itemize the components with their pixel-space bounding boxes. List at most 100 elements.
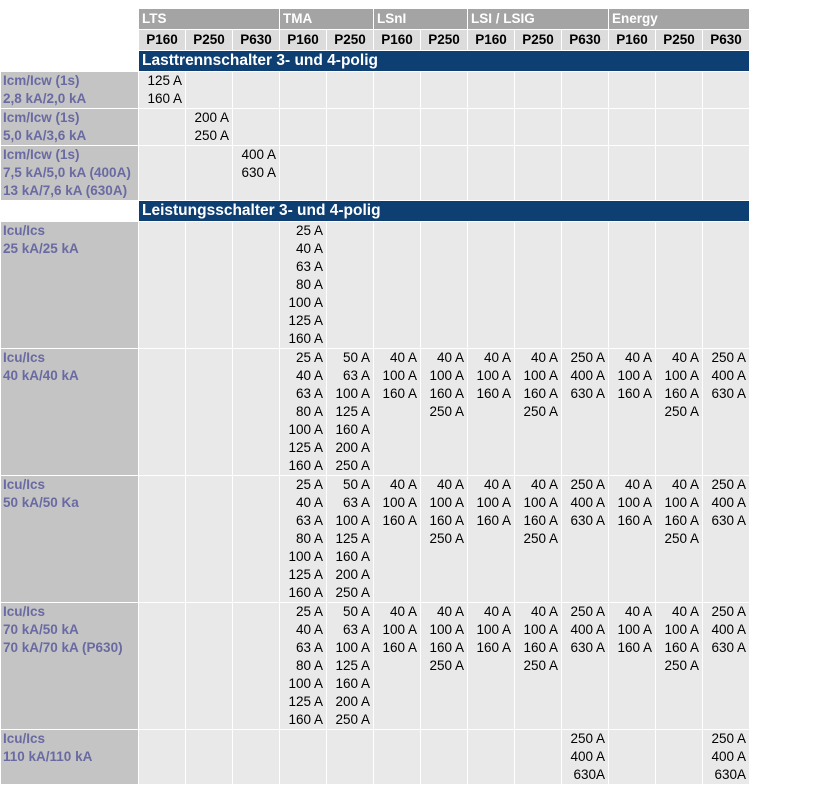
col-header: P630 xyxy=(232,29,280,51)
rating-value: 630 A xyxy=(711,386,746,401)
rating-value: 25 A xyxy=(295,350,323,365)
row-label-line: Icm/Icw (1s) xyxy=(3,147,80,162)
group-lsni: LSnI xyxy=(373,8,468,30)
rating-value: 100 A xyxy=(288,676,323,691)
section-title: Leistungsschalter 3- und 4-polig xyxy=(138,200,750,222)
rating-value: 250 A xyxy=(194,128,229,143)
row-label-line: 110 kA/110 kA xyxy=(3,749,93,764)
rating-value: 160 A xyxy=(335,549,370,564)
rating-value: 125 A xyxy=(147,73,182,88)
rating-value: 160 A xyxy=(523,513,558,528)
rating-value: 400 A xyxy=(570,749,605,764)
rating-value: 63 A xyxy=(295,513,323,528)
col-header: P160 xyxy=(373,29,421,51)
row-label-line: Icu/Ics xyxy=(3,731,46,746)
rating-cell xyxy=(702,145,750,201)
rating-value: 250 A xyxy=(664,531,699,546)
rating-value: 200 A xyxy=(335,694,370,709)
row-label: Icm/Icw (1s) 7,5 kA/5,0 kA (400A) 13 kA/7,… xyxy=(0,145,139,201)
col-header: P160 xyxy=(467,29,515,51)
rating-value: 100 A xyxy=(382,368,417,383)
rating-cell xyxy=(561,221,609,349)
rating-cell xyxy=(373,729,421,785)
col-header: P630 xyxy=(702,29,750,51)
rating-value: 200 A xyxy=(335,567,370,582)
rating-value: 100 A xyxy=(335,513,370,528)
row-label-line: Icu/Ics xyxy=(3,350,46,365)
rating-value: 40 A xyxy=(624,477,652,492)
rating-value: 250 A xyxy=(429,404,464,419)
rating-value: 400 A xyxy=(570,495,605,510)
rating-value: 250 A xyxy=(429,531,464,546)
rating-cell xyxy=(561,108,609,146)
row-label: Icu/Ics 25 kA/25 kA xyxy=(0,221,139,349)
rating-value: 160 A xyxy=(617,386,652,401)
rating-value: 63 A xyxy=(295,386,323,401)
rating-value: 630 A xyxy=(711,640,746,655)
rating-cell xyxy=(232,348,280,476)
col-header: P250 xyxy=(326,29,374,51)
rating-cell: 40 A 100 A 160 A 250 A xyxy=(655,475,703,603)
rating-value: 40 A xyxy=(530,350,558,365)
rating-value: 40 A xyxy=(295,241,323,256)
rating-value: 630 A xyxy=(570,386,605,401)
rating-value: 100 A xyxy=(335,386,370,401)
rating-value: 100 A xyxy=(617,368,652,383)
rating-value: 630 A xyxy=(570,640,605,655)
rating-value: 40 A xyxy=(389,604,417,619)
column-header-row: P160 P250 P630 P160 P250 P160 P250 P160 … xyxy=(0,29,750,51)
rating-value: 100 A xyxy=(617,495,652,510)
rating-cell xyxy=(420,108,468,146)
rating-cell xyxy=(514,145,562,201)
rating-cell: 40 A 100 A 160 A xyxy=(467,348,515,476)
rating-value: 630A xyxy=(714,767,746,782)
rating-cell xyxy=(514,108,562,146)
group-lsi-lsig: LSI / LSIG xyxy=(467,8,609,30)
rating-value: 160 A xyxy=(429,640,464,655)
rating-value: 400 A xyxy=(570,368,605,383)
rating-value: 40 A xyxy=(483,350,511,365)
rating-cell xyxy=(326,108,374,146)
rating-cell xyxy=(467,108,515,146)
rating-cell xyxy=(279,108,327,146)
rating-cell xyxy=(608,71,656,109)
rating-value: 40 A xyxy=(624,604,652,619)
rating-value: 400 A xyxy=(711,495,746,510)
rating-cell: 25 A 40 A 63 A 80 A 100 A 125 A 160 A xyxy=(279,348,327,476)
rating-cell: 250 A 400 A 630A xyxy=(702,729,750,785)
row-label: Icu/Ics 50 kA/50 Ka xyxy=(0,475,139,603)
rating-value: 40 A xyxy=(671,477,699,492)
table-row: Icu/Ics 40 kA/40 kA 25 A 40 A 63 A 80 A 100 A 1… xyxy=(0,348,750,476)
rating-value: 160 A xyxy=(288,585,323,600)
rating-value: 250 A xyxy=(570,604,605,619)
rating-value: 160 A xyxy=(335,422,370,437)
rating-cell: 25 A 40 A 63 A 80 A 100 A 125 A 160 A xyxy=(279,602,327,730)
rating-cell xyxy=(279,145,327,201)
rating-cell: 40 A 100 A 160 A xyxy=(373,475,421,603)
rating-value: 100 A xyxy=(476,368,511,383)
rating-value: 100 A xyxy=(523,622,558,637)
rating-cell xyxy=(655,729,703,785)
group-energy: Energy xyxy=(608,8,750,30)
rating-cell xyxy=(232,475,280,603)
rating-cell xyxy=(467,729,515,785)
rating-value: 63 A xyxy=(295,259,323,274)
rating-cell xyxy=(655,221,703,349)
rating-cell: 40 A 100 A 160 A xyxy=(608,348,656,476)
table-row: Icu/Ics 25 kA/25 kA 25 A 40 A 63 A 80 A 100 A 1… xyxy=(0,221,750,349)
rating-value: 100 A xyxy=(523,368,558,383)
row-label-line: 70 kA/50 kA xyxy=(3,622,79,637)
col-header: P250 xyxy=(420,29,468,51)
rating-cell: 40 A 100 A 160 A xyxy=(608,475,656,603)
rating-value: 160 A xyxy=(523,386,558,401)
rating-value: 40 A xyxy=(295,495,323,510)
rating-cell xyxy=(326,145,374,201)
rating-value: 250 A xyxy=(429,658,464,673)
rating-cell xyxy=(138,729,186,785)
rating-cell: 40 A 100 A 160 A 250 A xyxy=(655,602,703,730)
rating-value: 250 A xyxy=(335,458,370,473)
row-label-line: 40 kA/40 kA xyxy=(3,368,79,383)
rating-cell xyxy=(702,71,750,109)
rating-cell xyxy=(185,71,233,109)
rating-cell xyxy=(232,221,280,349)
